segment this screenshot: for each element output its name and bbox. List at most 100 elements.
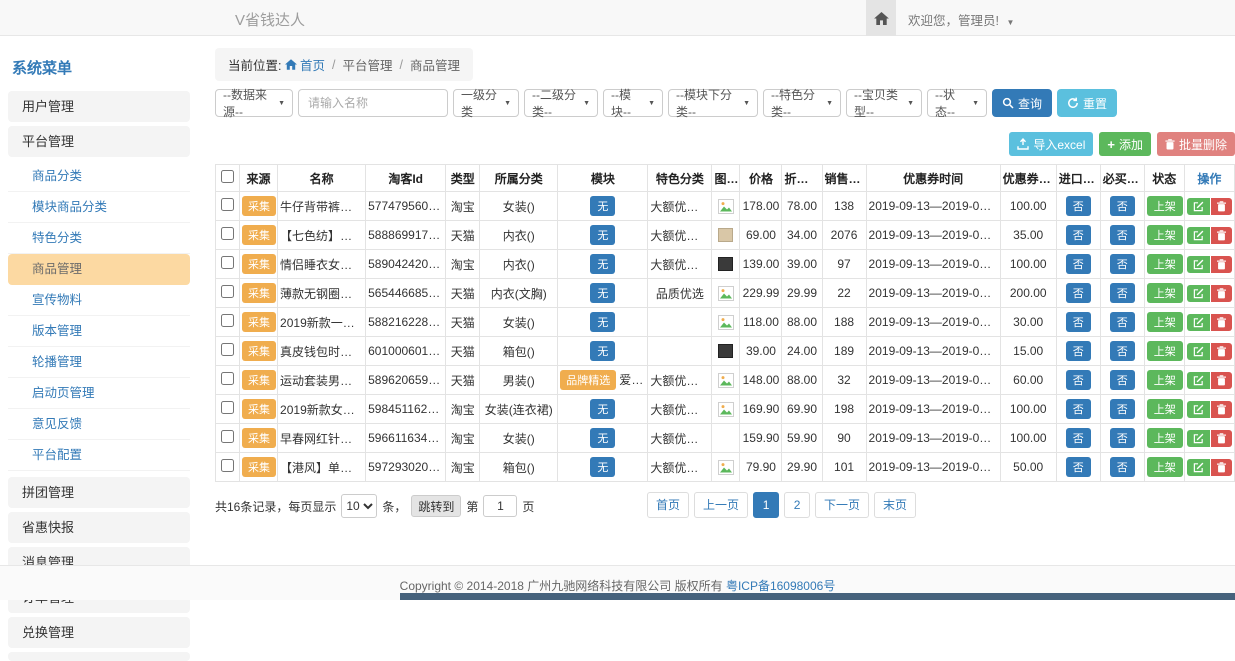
select-all-checkbox[interactable] <box>221 170 234 183</box>
sidebar-group-8[interactable] <box>8 652 190 661</box>
status-button[interactable]: 上架 <box>1147 283 1183 303</box>
delete-button[interactable] <box>1211 285 1232 302</box>
must-buy-toggle[interactable]: 否 <box>1110 457 1135 477</box>
sidebar-subitem-10[interactable]: 平台配置 <box>8 440 190 471</box>
sidebar-subitem-2[interactable]: 模块商品分类 <box>8 192 190 223</box>
delete-button[interactable] <box>1211 256 1232 273</box>
must-buy-toggle[interactable]: 否 <box>1110 399 1135 419</box>
import-select-toggle[interactable]: 否 <box>1066 225 1091 245</box>
edit-button[interactable] <box>1187 227 1210 244</box>
status-button[interactable]: 上架 <box>1147 225 1183 245</box>
sidebar-subitem-8[interactable]: 启动页管理 <box>8 378 190 409</box>
filter-select-level2[interactable]: --二级分类--▼ <box>524 89 598 117</box>
must-buy-toggle[interactable]: 否 <box>1110 196 1135 216</box>
breadcrumb-item-goods[interactable]: 商品管理 <box>410 55 460 74</box>
reset-button[interactable]: 重置 <box>1057 89 1117 117</box>
sidebar-group-3[interactable]: 拼团管理 <box>8 477 190 508</box>
row-checkbox[interactable] <box>221 198 234 211</box>
filter-select-feature[interactable]: --特色分类--▼ <box>763 89 841 117</box>
row-checkbox[interactable] <box>221 459 234 472</box>
row-checkbox[interactable] <box>221 372 234 385</box>
import-select-toggle[interactable]: 否 <box>1066 457 1091 477</box>
import-excel-button[interactable]: 导入excel <box>1009 132 1093 156</box>
icp-link[interactable]: 粤ICP备16098006号 <box>726 579 835 593</box>
sidebar-subitem-7[interactable]: 轮播管理 <box>8 347 190 378</box>
filter-select-level1[interactable]: 一级分类▼ <box>453 89 519 117</box>
batch-delete-button[interactable]: 批量删除 <box>1157 132 1235 156</box>
user-menu[interactable]: 欢迎您，管理员! ▼ <box>908 10 1014 29</box>
must-buy-toggle[interactable]: 否 <box>1110 428 1135 448</box>
filter-select-data-source[interactable]: --数据来源--▼ <box>215 89 293 117</box>
status-button[interactable]: 上架 <box>1147 196 1183 216</box>
import-select-toggle[interactable]: 否 <box>1066 428 1091 448</box>
sidebar-subitem-3[interactable]: 特色分类 <box>8 223 190 254</box>
per-page-select[interactable]: 10 <box>341 494 377 518</box>
status-button[interactable]: 上架 <box>1147 254 1183 274</box>
edit-button[interactable] <box>1187 372 1210 389</box>
edit-button[interactable] <box>1187 198 1210 215</box>
must-buy-toggle[interactable]: 否 <box>1110 370 1135 390</box>
sidebar-group-2[interactable]: 平台管理 <box>8 126 190 157</box>
must-buy-toggle[interactable]: 否 <box>1110 254 1135 274</box>
first-page-button[interactable]: 首页 <box>647 492 689 518</box>
page-number-input[interactable] <box>483 495 517 517</box>
import-select-toggle[interactable]: 否 <box>1066 283 1091 303</box>
filter-select-module-sub[interactable]: --模块下分类--▼ <box>668 89 758 117</box>
status-button[interactable]: 上架 <box>1147 428 1183 448</box>
delete-button[interactable] <box>1211 372 1232 389</box>
import-select-toggle[interactable]: 否 <box>1066 341 1091 361</box>
delete-button[interactable] <box>1211 314 1232 331</box>
sidebar-group-1[interactable]: 用户管理 <box>8 91 190 122</box>
delete-button[interactable] <box>1211 343 1232 360</box>
status-button[interactable]: 上架 <box>1147 457 1183 477</box>
import-select-toggle[interactable]: 否 <box>1066 254 1091 274</box>
sidebar-subitem-9[interactable]: 意见反馈 <box>8 409 190 440</box>
edit-button[interactable] <box>1187 256 1210 273</box>
sidebar-group-4[interactable]: 省惠快报 <box>8 512 190 543</box>
breadcrumb-item-platform[interactable]: 平台管理 <box>342 55 392 74</box>
page-2-button[interactable]: 2 <box>784 492 810 518</box>
delete-button[interactable] <box>1211 227 1232 244</box>
row-checkbox[interactable] <box>221 343 234 356</box>
delete-button[interactable] <box>1211 430 1232 447</box>
sidebar-subitem-1[interactable]: 商品分类 <box>8 161 190 192</box>
edit-button[interactable] <box>1187 314 1210 331</box>
prev-page-button[interactable]: 上一页 <box>694 492 748 518</box>
import-select-toggle[interactable]: 否 <box>1066 196 1091 216</box>
must-buy-toggle[interactable]: 否 <box>1110 283 1135 303</box>
sidebar-subitem-4[interactable]: 商品管理 <box>8 254 190 285</box>
sidebar-subitem-6[interactable]: 版本管理 <box>8 316 190 347</box>
edit-button[interactable] <box>1187 430 1210 447</box>
filter-input-name[interactable] <box>298 89 448 117</box>
status-button[interactable]: 上架 <box>1147 312 1183 332</box>
sidebar-subitem-5[interactable]: 宣传物料 <box>8 285 190 316</box>
filter-select-item-type[interactable]: --宝贝类型--▼ <box>846 89 922 117</box>
last-page-button[interactable]: 末页 <box>874 492 916 518</box>
filter-select-module[interactable]: --模块--▼ <box>603 89 663 117</box>
row-checkbox[interactable] <box>221 227 234 240</box>
edit-button[interactable] <box>1187 401 1210 418</box>
edit-button[interactable] <box>1187 459 1210 476</box>
page-1-button[interactable]: 1 <box>753 492 779 518</box>
import-select-toggle[interactable]: 否 <box>1066 312 1091 332</box>
import-select-toggle[interactable]: 否 <box>1066 370 1091 390</box>
filter-select-status[interactable]: --状态--▼ <box>927 89 987 117</box>
breadcrumb-home-link[interactable]: 首页 <box>285 55 325 74</box>
sidebar-group-7[interactable]: 兑换管理 <box>8 617 190 648</box>
next-page-button[interactable]: 下一页 <box>815 492 869 518</box>
status-button[interactable]: 上架 <box>1147 399 1183 419</box>
import-select-toggle[interactable]: 否 <box>1066 399 1091 419</box>
edit-button[interactable] <box>1187 343 1210 360</box>
delete-button[interactable] <box>1211 401 1232 418</box>
edit-button[interactable] <box>1187 285 1210 302</box>
row-checkbox[interactable] <box>221 256 234 269</box>
must-buy-toggle[interactable]: 否 <box>1110 312 1135 332</box>
must-buy-toggle[interactable]: 否 <box>1110 225 1135 245</box>
add-button[interactable]: + 添加 <box>1099 132 1151 156</box>
query-button[interactable]: 查询 <box>992 89 1052 117</box>
delete-button[interactable] <box>1211 459 1232 476</box>
row-checkbox[interactable] <box>221 430 234 443</box>
status-button[interactable]: 上架 <box>1147 341 1183 361</box>
jump-button[interactable]: 跳转到 <box>411 495 461 517</box>
row-checkbox[interactable] <box>221 314 234 327</box>
